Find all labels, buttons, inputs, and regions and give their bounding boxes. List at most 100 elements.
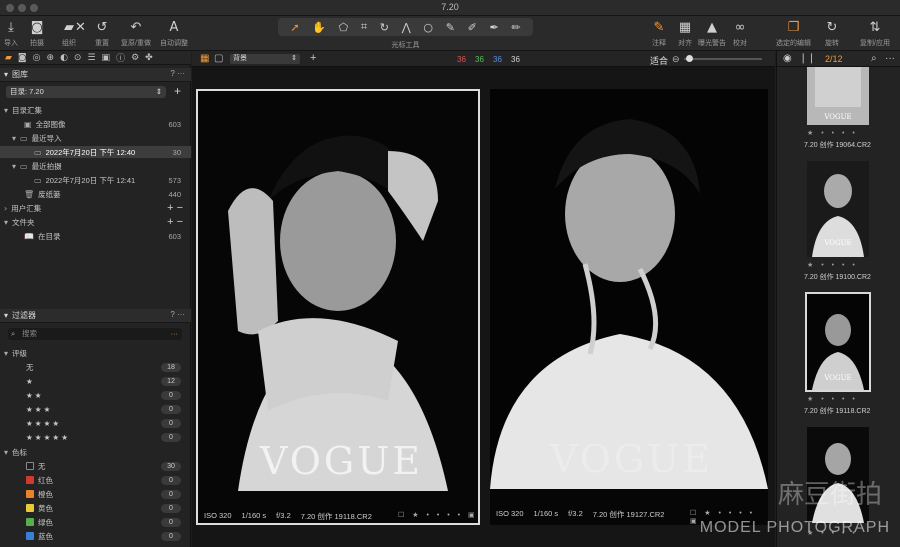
filter-search-input[interactable]: ⌕ 搜索 ··· bbox=[8, 328, 182, 340]
photo-2[interactable]: VOGUE ISO 320 1/160 s f/3.2 7.20 创作 1912… bbox=[490, 89, 768, 525]
thumbnail-1-image: VOGUE bbox=[807, 67, 869, 125]
circle-tool-icon[interactable]: ○ bbox=[423, 21, 433, 34]
single-view-icon[interactable]: ▢ bbox=[214, 53, 223, 64]
photo-1[interactable]: VOGUE ISO 320 1/160 s f/3.2 7.20 创作 1911… bbox=[196, 89, 480, 525]
rotate-button[interactable]: ↻ 旋转 bbox=[825, 19, 839, 48]
reset-button[interactable]: ↺ 重置 bbox=[95, 19, 109, 48]
collapse-chevron-icon: ▾ bbox=[4, 70, 9, 79]
rating-none-row[interactable]: 无 18 bbox=[0, 361, 191, 373]
thumbnail-3-selected[interactable]: VOGUE bbox=[805, 292, 871, 392]
auto-adjust-icon: A bbox=[169, 20, 179, 35]
color-yellow-row[interactable]: 黄色 0 bbox=[0, 502, 191, 514]
user-collections-header[interactable]: › 用户汇集 + − bbox=[0, 202, 191, 214]
thumbnail-2[interactable]: VOGUE bbox=[807, 161, 869, 257]
filters-panel-header[interactable]: ▾ 过滤器 ? ··· bbox=[0, 309, 191, 323]
picker-icon[interactable]: ✒ bbox=[490, 21, 499, 34]
library-panel-header[interactable]: ▾ 图库 ? ··· bbox=[0, 68, 191, 82]
crop-shape-icon[interactable]: ⬠ bbox=[339, 21, 349, 34]
select-cursor-icon[interactable]: ➚ bbox=[290, 21, 299, 34]
list-item-in-catalog[interactable]: 📖 在目录 603 bbox=[0, 230, 191, 242]
multi-view-icon[interactable]: ▦ bbox=[200, 53, 209, 64]
exposure-tab-icon[interactable]: ◐ bbox=[60, 53, 68, 63]
rating-1-row[interactable]: ★ 12 bbox=[0, 375, 191, 387]
rating-5-row[interactable]: ★ ★ ★ ★ ★ 0 bbox=[0, 431, 191, 443]
zoom-slider[interactable] bbox=[684, 55, 762, 62]
glasses-icon: ∞ bbox=[734, 20, 746, 35]
folder-icon: ▭ bbox=[20, 133, 28, 143]
color-tab-icon[interactable]: ⊕ bbox=[47, 53, 55, 63]
browser-toolbar: ◉ ❘❘ 2/12 ⌕ ··· bbox=[777, 51, 900, 67]
exposure-warning-button[interactable]: ▲ 曝光警告 bbox=[698, 19, 726, 48]
organize-button[interactable]: ▰ 组织 bbox=[62, 19, 76, 48]
add-view-icon[interactable]: + bbox=[310, 52, 316, 64]
grid-icon: ▦ bbox=[678, 20, 692, 35]
add-catalog-icon[interactable]: + bbox=[174, 84, 181, 98]
zoom-fit-label[interactable]: 适合 bbox=[650, 54, 668, 67]
list-item-import-session[interactable]: ▭ 2022年7月20日 下午 12:40 30 bbox=[0, 146, 191, 158]
import-icon: ⤓ bbox=[8, 20, 14, 35]
collapse-chevron-icon: ▾ bbox=[4, 311, 9, 320]
eraser-icon[interactable]: ✐ bbox=[468, 21, 477, 34]
rating-3-row[interactable]: ★ ★ ★ 0 bbox=[0, 403, 191, 415]
rating-filter-header[interactable]: ▾ 评级 bbox=[0, 347, 191, 359]
color-orange-row[interactable]: 橙色 0 bbox=[0, 488, 191, 500]
rotate-tool-icon[interactable]: ↻ bbox=[380, 21, 389, 34]
list-item-recent-imports[interactable]: ▾ ▭ 最近导入 bbox=[0, 132, 191, 144]
delete-button[interactable]: ✕ bbox=[75, 19, 86, 36]
catalog-select[interactable]: 目录: 7.20 ⇕ bbox=[6, 86, 166, 98]
details-tab-icon[interactable]: ⊙ bbox=[74, 53, 82, 63]
columns-icon[interactable]: ❘❘ bbox=[799, 53, 816, 64]
color-blue-row[interactable]: 蓝色 0 bbox=[0, 530, 191, 542]
list-item-recent-captures[interactable]: ▾ ▭ 最近拍摄 bbox=[0, 160, 191, 172]
list-item-trash[interactable]: 🗑 废纸篓 440 bbox=[0, 188, 191, 200]
thumbnail-3-rating[interactable]: ★ • • • • bbox=[807, 395, 858, 403]
add-remove-icon: + − bbox=[167, 202, 183, 214]
background-select[interactable]: 背景 ⇕ bbox=[230, 54, 300, 64]
edit-selected-button[interactable]: ❐ 选定的编辑 bbox=[776, 19, 811, 48]
capture-button[interactable]: ◙ 拍摄 bbox=[30, 19, 44, 48]
color-none-row[interactable]: 无 30 bbox=[0, 460, 191, 472]
rating-4-row[interactable]: ★ ★ ★ ★ 0 bbox=[0, 417, 191, 429]
undo-redo-button[interactable]: ↶ 复原/重做 bbox=[121, 19, 151, 48]
catalog-collections-header[interactable]: ▾ 目录汇集 bbox=[0, 104, 191, 116]
list-item-capture-session[interactable]: ▭ 2022年7月20日 下午 12:41 573 bbox=[0, 174, 191, 186]
capture-tab-icon[interactable]: ◙ bbox=[18, 53, 27, 63]
keystone-icon[interactable]: ⋀ bbox=[402, 21, 411, 34]
styles-tab-icon[interactable]: ✤ bbox=[145, 53, 153, 63]
brush-icon[interactable]: ✎ bbox=[446, 21, 455, 34]
photo-2-meta: ISO 320 1/160 s f/3.2 7.20 创作 19127.CR2 bbox=[496, 509, 665, 519]
crop-icon[interactable]: ⌗ bbox=[361, 20, 367, 34]
eye-icon[interactable]: ◉ bbox=[783, 53, 792, 64]
batch-tab-icon[interactable]: ⚙ bbox=[131, 53, 139, 63]
folders-header[interactable]: ▾ 文件夹 + − bbox=[0, 216, 191, 228]
color-red-row[interactable]: 红色 0 bbox=[0, 474, 191, 486]
search-icon[interactable]: ⌕ bbox=[871, 53, 877, 64]
copy-apply-button[interactable]: ⇅ 复制/应用 bbox=[860, 19, 890, 48]
annotate-button[interactable]: ✎ 注释 bbox=[652, 19, 666, 48]
color-green-row[interactable]: 绿色 0 bbox=[0, 516, 191, 528]
photo-1-rating[interactable]: ☐ ★ • • • • ▣ bbox=[398, 511, 478, 519]
annotation-pen-icon[interactable]: ✏ bbox=[511, 21, 520, 34]
rating-2-row[interactable]: ★ ★ 0 bbox=[0, 389, 191, 401]
image-viewer: ▦ ▢ 背景 ⇕ + 36 36 36 36 适合 ⊖ VOGUE ISO 32… bbox=[192, 51, 775, 547]
align-grid-button[interactable]: ▦ 对齐 bbox=[678, 19, 692, 48]
import-button[interactable]: ⤓ 导入 bbox=[4, 19, 18, 48]
more-icon[interactable]: ··· bbox=[885, 53, 895, 64]
thumbnail-2-rating[interactable]: ★ • • • • bbox=[807, 261, 858, 269]
panel-menu-icon[interactable]: ? ··· bbox=[170, 310, 185, 319]
color-tag-header[interactable]: ▾ 色标 bbox=[0, 446, 191, 458]
library-tab-icon[interactable]: ▰ bbox=[5, 53, 12, 63]
proof-button[interactable]: ∞ 校对 bbox=[733, 19, 747, 48]
lens-tab-icon[interactable]: ◎ bbox=[33, 53, 41, 63]
zoom-out-icon[interactable]: ⊖ bbox=[672, 54, 680, 65]
thumbnail-1-rating[interactable]: ★ • • • • bbox=[807, 129, 858, 137]
list-item-all-images[interactable]: ▣ 全部图像 603 bbox=[0, 118, 191, 130]
output-tab-icon[interactable]: ▣ bbox=[102, 53, 111, 63]
metadata-tab-icon[interactable]: ⓘ bbox=[116, 51, 125, 64]
auto-adjust-button[interactable]: A 自动调整 bbox=[160, 19, 188, 48]
thumbnail-1[interactable]: VOGUE bbox=[807, 67, 869, 125]
adjust-tab-icon[interactable]: ☰ bbox=[87, 53, 95, 63]
photo-1-meta: ISO 320 1/160 s f/3.2 7.20 创作 19118.CR2 bbox=[204, 511, 372, 521]
pan-hand-icon[interactable]: ✋ bbox=[312, 21, 326, 34]
panel-menu-icon[interactable]: ? ··· bbox=[170, 69, 185, 78]
